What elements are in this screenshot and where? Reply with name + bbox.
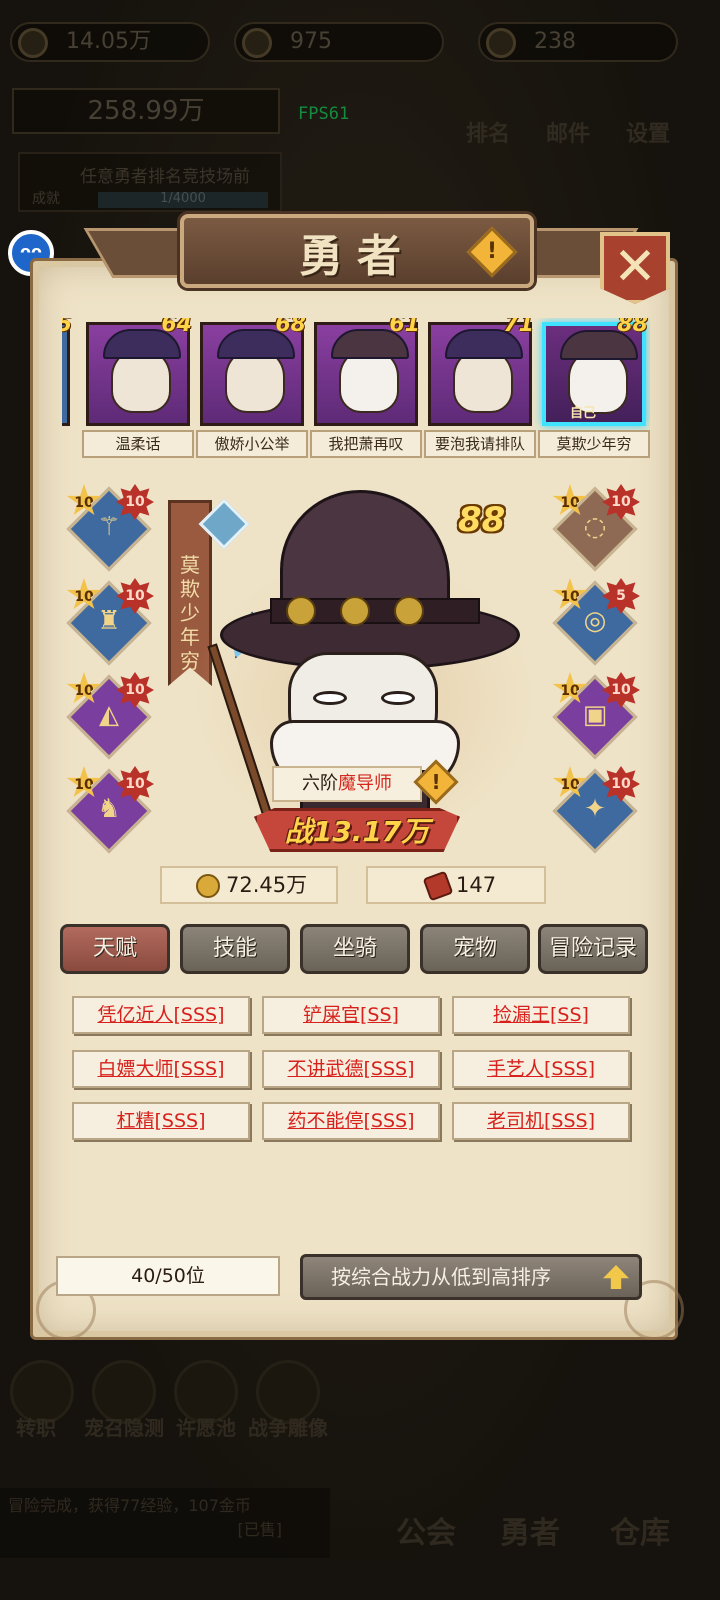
equip-slot-amulet[interactable]: ✦ 10 10 — [552, 766, 640, 854]
talent-item[interactable]: 凭亿近人[SSS] — [72, 996, 250, 1034]
hero-ticket-stat: 147 — [366, 866, 546, 904]
talent-item[interactable]: 手艺人[SSS] — [452, 1050, 630, 1088]
ring-icon: ◎ — [583, 606, 607, 636]
hero-name: 要泡我请排队 — [424, 430, 536, 458]
tab-talent[interactable]: 天赋 — [60, 924, 170, 974]
info-icon: ! — [431, 770, 441, 794]
necklace-icon: ◌ — [583, 512, 607, 542]
hero-level: 71 — [503, 318, 534, 337]
enhance-level-icon: 10 — [116, 578, 154, 614]
equip-slot-weapon[interactable]: ⚚ 10 10 — [66, 484, 154, 572]
hood-icon: ◭ — [99, 700, 119, 730]
hat-coin-icon — [286, 596, 316, 626]
equip-slot-boots[interactable]: ♞ 10 10 — [66, 766, 154, 854]
hero-name: 我把萧再叹 — [310, 430, 422, 458]
hero-portrait — [314, 322, 418, 426]
hero-portrait — [200, 322, 304, 426]
enhance-level-icon: 10 — [116, 766, 154, 802]
equip-slot-necklace[interactable]: ◌ 10 10 — [552, 484, 640, 572]
hero-name: 傲娇小公举 — [196, 430, 308, 458]
talent-item[interactable]: 白嫖大师[SSS] — [72, 1050, 250, 1088]
hat-coin-icon — [394, 596, 424, 626]
cape-icon: ♜ — [97, 606, 121, 636]
sort-button[interactable]: 按综合战力从低到高排序 — [300, 1254, 642, 1300]
equip-slot-cape[interactable]: ♜ 10 10 — [66, 578, 154, 666]
eye — [313, 691, 347, 705]
hero-portrait — [86, 322, 190, 426]
hero-card[interactable]: 68 傲娇小公举 — [196, 318, 308, 464]
enhance-level: 10 — [611, 776, 631, 792]
staff-icon: ⚚ — [97, 512, 121, 542]
enhance-level: 10 — [125, 494, 145, 510]
enhance-level-icon: 10 — [116, 672, 154, 708]
equip-slot-ring[interactable]: ◎ 10 5 — [552, 578, 640, 666]
eye — [381, 691, 415, 705]
hero-name: 温柔话 — [82, 430, 194, 458]
info-icon: ! — [486, 239, 498, 264]
talent-item[interactable]: 铲屎官[SS] — [262, 996, 440, 1034]
talent-item[interactable]: 老司机[SSS] — [452, 1102, 630, 1140]
enhance-level-icon: 10 — [602, 484, 640, 520]
hero-level: 64 — [161, 318, 192, 337]
equip-slot-helmet[interactable]: ◭ 10 10 — [66, 672, 154, 760]
combat-power: 战13.17万 — [254, 810, 460, 850]
ticket-icon — [422, 870, 454, 902]
hat-coin-icon — [340, 596, 370, 626]
hero-class: 六阶魔导师 — [272, 766, 422, 802]
hero-level: 61 — [389, 318, 420, 337]
tab-adventure-log[interactable]: 冒险记录 — [538, 924, 648, 974]
talent-item[interactable]: 药不能停[SSS] — [262, 1102, 440, 1140]
hero-portrait: 自己 — [542, 322, 646, 426]
enhance-level: 10 — [611, 494, 631, 510]
tab-pet[interactable]: 宠物 — [420, 924, 530, 974]
hero-level: 68 — [275, 318, 306, 337]
power-prefix: 战 — [284, 815, 313, 848]
class-name: 魔导师 — [338, 773, 392, 794]
hero-name: 莫欺少年穷 — [538, 430, 650, 458]
self-tag: 自己 — [570, 406, 597, 421]
hero-portrait — [428, 322, 532, 426]
enhance-level-icon: 10 — [602, 672, 640, 708]
talent-item[interactable]: 杠精[SSS] — [72, 1102, 250, 1140]
hero-level: 5 — [62, 318, 72, 337]
enhance-level-icon: 10 — [602, 766, 640, 802]
enhance-level: 10 — [611, 682, 631, 698]
hero-count: 40/50位 — [56, 1256, 280, 1296]
hero-card[interactable]: 71 要泡我请排队 — [424, 318, 536, 464]
boots-icon: ♞ — [97, 794, 121, 824]
arrow-up-icon — [603, 1265, 629, 1289]
talent-item[interactable]: 不讲武德[SSS] — [262, 1050, 440, 1088]
enhance-level: 10 — [125, 776, 145, 792]
sort-label: 按综合战力从低到高排序 — [331, 1265, 551, 1289]
gold-coin-icon — [196, 874, 220, 898]
amulet-icon: ✦ — [584, 794, 606, 824]
close-icon: ✕ — [613, 237, 657, 297]
hero-portrait — [62, 322, 70, 426]
hero-roster[interactable]: 5 64 温柔话 68 傲娇小公举 61 我把萧再叹 71 要泡我请排队 — [62, 318, 650, 464]
enhance-level: 5 — [616, 588, 626, 604]
hero-level-badge: 88 — [458, 500, 506, 540]
power-value: 13.17万 — [312, 815, 430, 848]
enhance-level-icon: 5 — [602, 578, 640, 614]
class-tier: 六阶 — [302, 773, 338, 794]
enhance-level: 10 — [125, 682, 145, 698]
enhance-level-icon: 10 — [116, 484, 154, 520]
hero-level: 88 — [617, 318, 648, 337]
enhance-level: 10 — [125, 588, 145, 604]
hero-gold-value: 72.45万 — [226, 873, 308, 897]
hero-card-selected[interactable]: 自己 88 莫欺少年穷 — [538, 318, 650, 464]
equip-slot-armor[interactable]: ▣ 10 10 — [552, 672, 640, 760]
hero-gold-stat: 72.45万 — [160, 866, 338, 904]
hero-ticket-value: 147 — [456, 873, 497, 897]
hero-card-partial[interactable]: 5 — [62, 318, 72, 464]
hero-card[interactable]: 61 我把萧再叹 — [310, 318, 422, 464]
robe-icon: ▣ — [582, 700, 608, 730]
tab-mount[interactable]: 坐骑 — [300, 924, 410, 974]
hero-card[interactable]: 64 温柔话 — [82, 318, 194, 464]
talent-item[interactable]: 捡漏王[SS] — [452, 996, 630, 1034]
tab-skill[interactable]: 技能 — [180, 924, 290, 974]
